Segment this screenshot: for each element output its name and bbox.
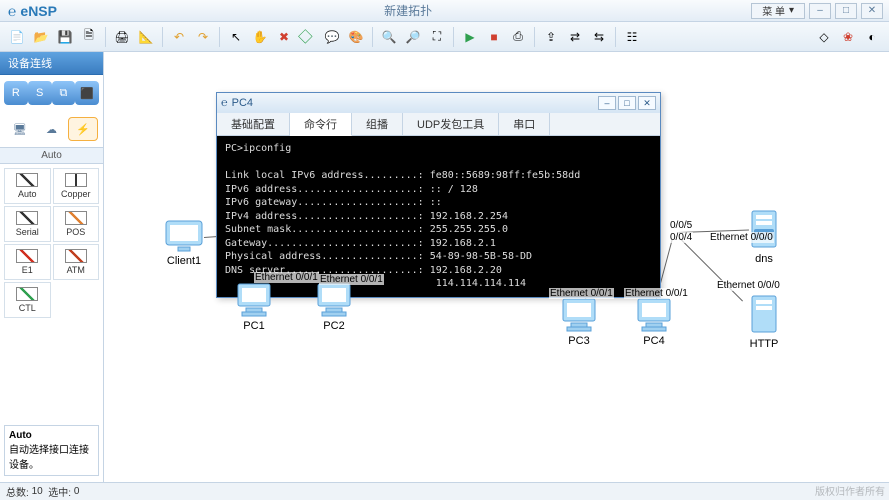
status-sel-label: 选中: bbox=[48, 484, 71, 499]
main: 设备连线 R S ⧉ ⬛ 🖥 ☁ ⚡ Auto AutoCopperSerial… bbox=[0, 52, 889, 482]
tb-undo[interactable]: ↶ bbox=[168, 26, 190, 48]
tb-stop[interactable]: ■ bbox=[483, 26, 505, 48]
tb-clear[interactable]: ⃟ bbox=[297, 26, 319, 48]
iflabel-1: Ethernet 0/0/1 bbox=[319, 274, 384, 285]
sidebar: 设备连线 R S ⧉ ⬛ 🖥 ☁ ⚡ Auto AutoCopperSerial… bbox=[0, 52, 104, 482]
terminal-title: PC4 bbox=[232, 97, 253, 109]
tb-palette[interactable]: 🎨 bbox=[345, 26, 367, 48]
tb-help[interactable]: ❀ bbox=[837, 26, 859, 48]
iflabel-2: Ethernet 0/0/1 bbox=[549, 288, 614, 299]
iflabel-3: Ethernet 0/0/1 bbox=[624, 288, 689, 299]
app-logo: ℮ eNSP bbox=[0, 3, 65, 19]
terminal-tab-4[interactable]: 串口 bbox=[499, 113, 550, 135]
dev-connection-icon[interactable]: ⚡ bbox=[68, 117, 98, 141]
iflabel-5: 0/0/4 bbox=[669, 232, 693, 243]
tb-settings[interactable]: ◇ bbox=[813, 26, 835, 48]
node-pc4[interactable]: PC4 bbox=[634, 297, 674, 347]
watermark: 版权归作者所有 bbox=[815, 483, 885, 498]
minimize-button[interactable]: – bbox=[809, 3, 831, 19]
tb-zoom-out[interactable]: 🔎 bbox=[402, 26, 424, 48]
status-total: 10 bbox=[32, 486, 43, 497]
tb-delete[interactable]: ✖ bbox=[273, 26, 295, 48]
tb-net[interactable]: ☷ bbox=[621, 26, 643, 48]
cable-ctl[interactable]: CTL bbox=[4, 282, 51, 318]
terminal-close-button[interactable]: ✕ bbox=[638, 96, 656, 110]
iflabel-4: 0/0/5 bbox=[669, 220, 693, 231]
canvas[interactable]: ℮PC4 – □ ✕ 基础配置命令行组播UDP发包工具串口 PC>ipconfi… bbox=[104, 52, 889, 482]
desc-body: 自动选择接口连接设备。 bbox=[9, 441, 94, 471]
tb-export[interactable]: ⇪ bbox=[540, 26, 562, 48]
titlebar: ℮ eNSP 新建拓扑 菜 单▾ – □ ✕ bbox=[0, 0, 889, 22]
auto-header: Auto bbox=[0, 147, 103, 164]
tb-link1[interactable]: ⇄ bbox=[564, 26, 586, 48]
tb-capture[interactable]: ⎙ bbox=[507, 26, 529, 48]
node-pc3[interactable]: PC3 bbox=[559, 297, 599, 347]
tb-play[interactable]: ▶ bbox=[459, 26, 481, 48]
dev-switch-icon[interactable]: S bbox=[28, 81, 52, 105]
tb-new[interactable]: 📄 bbox=[6, 26, 28, 48]
close-button[interactable]: ✕ bbox=[861, 3, 883, 19]
maximize-button[interactable]: □ bbox=[835, 3, 857, 19]
tb-pan[interactable]: ✋ bbox=[249, 26, 271, 48]
terminal-max-button[interactable]: □ bbox=[618, 96, 636, 110]
tb-redo[interactable]: ↷ bbox=[192, 26, 214, 48]
dev-cloud-icon[interactable]: ☁ bbox=[36, 117, 66, 141]
desc-title: Auto bbox=[9, 430, 94, 441]
terminal-tabs: 基础配置命令行组播UDP发包工具串口 bbox=[217, 113, 660, 136]
tb-open[interactable]: 📂 bbox=[30, 26, 52, 48]
cable-atm[interactable]: ATM bbox=[53, 244, 100, 280]
cable-serial[interactable]: Serial bbox=[4, 206, 51, 242]
terminal-tab-2[interactable]: 组播 bbox=[352, 113, 403, 135]
status-sel: 0 bbox=[74, 486, 80, 497]
terminal-tab-3[interactable]: UDP发包工具 bbox=[403, 113, 499, 135]
dev-wlan-icon[interactable]: ⧉ bbox=[52, 81, 76, 105]
terminal-titlebar[interactable]: ℮ PC4 – □ ✕ bbox=[217, 93, 660, 113]
cable-auto[interactable]: Auto bbox=[4, 168, 51, 204]
toolbar: 📄 📂 💾 🗎 🖨 📐 ↶ ↷ ↖ ✋ ✖ ⃟ 💬 🎨 🔍 🔎 ⛶ ▶ ■ ⎙ … bbox=[0, 22, 889, 52]
app-name: eNSP bbox=[20, 3, 57, 19]
node-client1[interactable]: Client1 bbox=[164, 217, 204, 267]
dev-pc-icon[interactable]: 🖥 bbox=[5, 117, 35, 141]
iflabel-7: Ethernet 0/0/0 bbox=[716, 280, 781, 291]
terminal-icon: ℮ bbox=[221, 97, 228, 109]
cable-grid: AutoCopperSerialPOSE1ATMCTL bbox=[0, 164, 103, 322]
status-bar: 总数: 10 选中: 0 bbox=[0, 482, 889, 500]
iflabel-0: Ethernet 0/0/1 bbox=[254, 272, 319, 283]
tb-link2[interactable]: ⇆ bbox=[588, 26, 610, 48]
iflabel-6: Ethernet 0/0/0 bbox=[709, 232, 774, 243]
cable-e1[interactable]: E1 bbox=[4, 244, 51, 280]
dev-firewall-icon[interactable]: ⬛ bbox=[75, 81, 99, 105]
terminal-min-button[interactable]: – bbox=[598, 96, 616, 110]
terminal-window[interactable]: ℮PC4 – □ ✕ 基础配置命令行组播UDP发包工具串口 PC>ipconfi… bbox=[216, 92, 661, 298]
status-total-label: 总数: bbox=[6, 484, 29, 499]
node-pc1[interactable]: PC1 bbox=[234, 282, 274, 332]
sidebar-panel-title: 设备连线 bbox=[0, 52, 103, 75]
logo-icon: ℮ bbox=[8, 3, 16, 19]
dev-router-icon[interactable]: R bbox=[4, 81, 28, 105]
node-pc2[interactable]: PC2 bbox=[314, 282, 354, 332]
terminal-tab-0[interactable]: 基础配置 bbox=[217, 113, 290, 135]
tb-ruler[interactable]: 📐 bbox=[135, 26, 157, 48]
tb-save[interactable]: 💾 bbox=[54, 26, 76, 48]
tb-zoom-in[interactable]: 🔍 bbox=[378, 26, 400, 48]
tb-save-as[interactable]: 🗎 bbox=[78, 26, 100, 48]
tb-print[interactable]: 🖨 bbox=[111, 26, 133, 48]
doc-title: 新建拓扑 bbox=[65, 2, 751, 19]
desc-box: Auto 自动选择接口连接设备。 bbox=[4, 425, 99, 476]
node-http[interactable]: HTTP bbox=[744, 292, 784, 350]
tb-pointer[interactable]: ↖ bbox=[225, 26, 247, 48]
cable-pos[interactable]: POS bbox=[53, 206, 100, 242]
tb-fit[interactable]: ⛶ bbox=[426, 26, 448, 48]
menu-button[interactable]: 菜 单▾ bbox=[751, 3, 805, 19]
terminal-tab-1[interactable]: 命令行 bbox=[290, 113, 352, 136]
tb-huawei[interactable]: ◐ bbox=[861, 26, 883, 48]
tb-text[interactable]: 💬 bbox=[321, 26, 343, 48]
cable-copper[interactable]: Copper bbox=[53, 168, 100, 204]
